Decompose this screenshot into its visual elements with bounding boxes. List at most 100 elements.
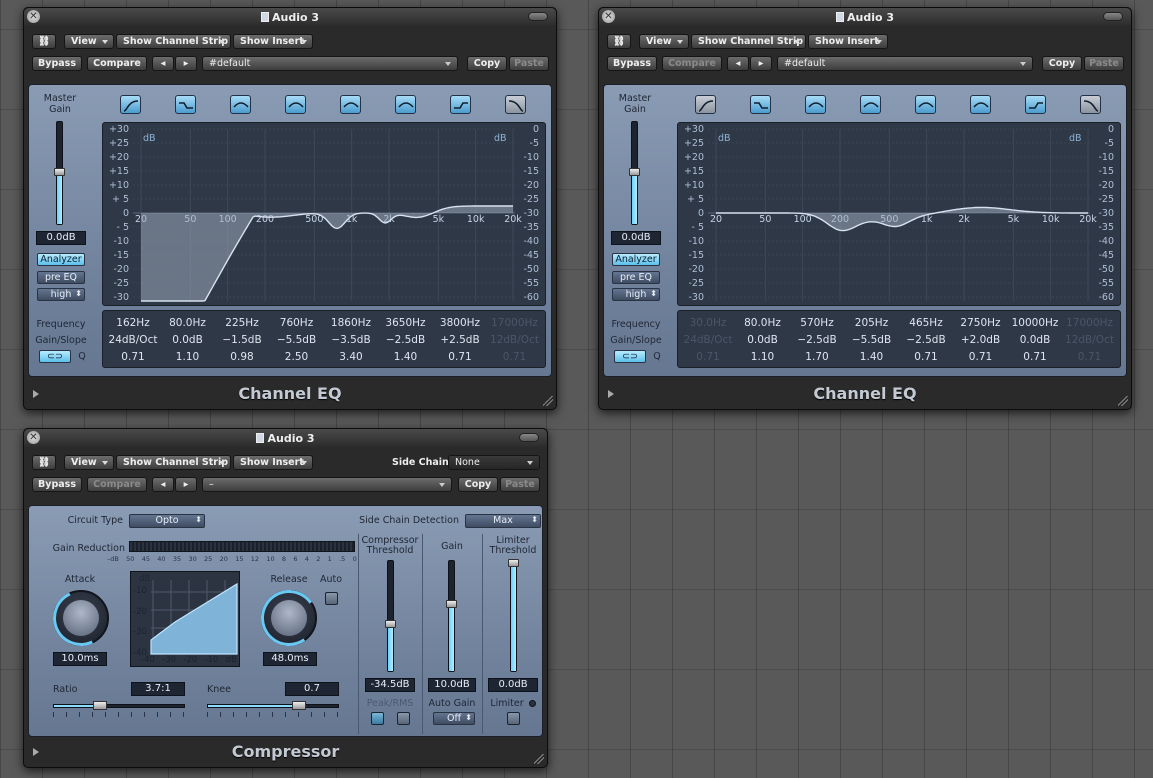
band-3-toggle-button[interactable] (230, 95, 251, 114)
band-gain-value[interactable]: 0.0dB (160, 334, 216, 346)
knee-slider[interactable] (207, 701, 339, 710)
band-8-toggle-button[interactable] (1080, 95, 1101, 114)
band-frequency-value[interactable]: 205Hz (844, 317, 900, 329)
preset-prev-button[interactable]: ◂ (152, 477, 174, 492)
band-q-value[interactable]: 1.70 (789, 351, 845, 363)
band-q-value[interactable]: 1.40 (844, 351, 900, 363)
eq-graph[interactable]: +30 +25 +20 +15 +10 + 5 0 - 5 -10 -15 -20 -25 -30 0 -5… (102, 122, 546, 306)
paste-button[interactable]: Paste (500, 477, 540, 492)
eq-graph[interactable]: +30 +25 +20 +15 +10 + 5 0 - 5 -10 -15 -20 -25 -30 0 -5… (677, 122, 1121, 306)
pre-eq-button[interactable]: pre EQ (612, 271, 660, 284)
band-4-toggle-button[interactable] (285, 95, 306, 114)
band-q-value[interactable]: 0.71 (487, 351, 543, 363)
preset-select[interactable]: #default (202, 56, 458, 71)
show-insert-menu[interactable]: Show Insert (233, 455, 313, 470)
band-frequency-value[interactable]: 2750Hz (953, 317, 1009, 329)
release-knob[interactable] (256, 585, 322, 651)
band-q-value[interactable]: 0.71 (1007, 351, 1063, 363)
band-q-value[interactable]: 0.98 (214, 351, 270, 363)
attack-knob[interactable] (45, 582, 117, 654)
preset-next-button[interactable]: ▸ (750, 56, 772, 71)
band-5-toggle-button[interactable] (340, 95, 361, 114)
band-gain-value[interactable]: 24dB/Oct (680, 334, 736, 346)
band-frequency-value[interactable]: 162Hz (105, 317, 161, 329)
analyzer-button[interactable]: Analyzer (37, 253, 85, 266)
copy-button[interactable]: Copy (1042, 56, 1082, 71)
band-frequency-value[interactable]: 465Hz (898, 317, 954, 329)
band-q-value[interactable]: 0.71 (680, 351, 736, 363)
master-gain-fader[interactable] (54, 121, 65, 225)
band-frequency-value[interactable]: 80.0Hz (160, 317, 216, 329)
preset-select[interactable]: #default (777, 56, 1033, 71)
master-gain-fader[interactable] (629, 121, 640, 225)
band-frequency-value[interactable]: 1860Hz (323, 317, 379, 329)
band-frequency-value[interactable]: 3800Hz (432, 317, 488, 329)
compare-button[interactable]: Compare (662, 56, 722, 71)
limiter-threshold-fader[interactable] (508, 559, 519, 672)
band-q-value[interactable]: 0.71 (953, 351, 1009, 363)
bypass-button[interactable]: Bypass (32, 477, 82, 492)
auto-release-checkbox[interactable] (325, 592, 338, 605)
band-gain-value[interactable]: 12dB/Oct (487, 334, 543, 346)
band-frequency-value[interactable]: 760Hz (269, 317, 325, 329)
band-gain-value[interactable]: +2.0dB (953, 334, 1009, 346)
show-channel-strip-menu[interactable]: Show Channel Strip (691, 34, 806, 49)
bypass-button[interactable]: Bypass (607, 56, 657, 71)
band-2-toggle-button[interactable] (175, 95, 196, 114)
title-bar[interactable]: ✕ Audio 3 (599, 8, 1131, 26)
link-button[interactable]: ⛓ (607, 34, 631, 49)
band-q-value[interactable]: 0.71 (1062, 351, 1118, 363)
preset-prev-button[interactable]: ◂ (727, 56, 749, 71)
link-button[interactable]: ⛓ (32, 34, 56, 49)
pre-eq-button[interactable]: pre EQ (37, 271, 85, 284)
analyzer-resolution-select[interactable]: high (37, 288, 85, 301)
band-gain-value[interactable]: −1.5dB (214, 334, 270, 346)
band-frequency-value[interactable]: 10000Hz (1007, 317, 1063, 329)
band-q-value[interactable]: 2.50 (269, 351, 325, 363)
link-button[interactable]: ⛓ (32, 455, 56, 470)
title-bar[interactable]: ✕ Audio 3 (24, 429, 547, 447)
preset-select[interactable]: – (202, 477, 452, 492)
link-q-button[interactable]: ⊂⊃ (39, 350, 71, 363)
band-gain-value[interactable]: −2.5dB (898, 334, 954, 346)
limiter-button[interactable] (507, 712, 520, 725)
analyzer-button[interactable]: Analyzer (612, 253, 660, 266)
band-frequency-value[interactable]: 80.0Hz (735, 317, 791, 329)
band-5-toggle-button[interactable] (915, 95, 936, 114)
band-gain-value[interactable]: +2.5dB (432, 334, 488, 346)
band-gain-value[interactable]: −2.5dB (789, 334, 845, 346)
band-1-toggle-button[interactable] (120, 95, 141, 114)
view-menu[interactable]: View (64, 34, 114, 49)
resize-grip[interactable] (543, 396, 553, 406)
band-7-toggle-button[interactable] (450, 95, 471, 114)
paste-button[interactable]: Paste (509, 56, 549, 71)
band-6-toggle-button[interactable] (395, 95, 416, 114)
title-bar[interactable]: ✕ Audio 3 (24, 8, 556, 26)
band-gain-value[interactable]: 12dB/Oct (1062, 334, 1118, 346)
show-insert-menu[interactable]: Show Insert (233, 34, 313, 49)
preset-next-button[interactable]: ▸ (175, 477, 197, 492)
toolbar-toggle-button[interactable] (519, 433, 539, 442)
band-gain-value[interactable]: 0.0dB (1007, 334, 1063, 346)
paste-button[interactable]: Paste (1084, 56, 1124, 71)
band-7-toggle-button[interactable] (1025, 95, 1046, 114)
view-menu[interactable]: View (639, 34, 689, 49)
rms-button[interactable] (397, 712, 410, 725)
show-channel-strip-menu[interactable]: Show Channel Strip (116, 34, 231, 49)
band-q-value[interactable]: 0.71 (432, 351, 488, 363)
side-chain-select[interactable]: None (448, 455, 540, 470)
toolbar-toggle-button[interactable] (1103, 12, 1123, 21)
band-frequency-value[interactable]: 225Hz (214, 317, 270, 329)
show-insert-menu[interactable]: Show Insert (808, 34, 888, 49)
compare-button[interactable]: Compare (87, 477, 147, 492)
band-gain-value[interactable]: −2.5dB (378, 334, 434, 346)
band-q-value[interactable]: 1.40 (378, 351, 434, 363)
toolbar-toggle-button[interactable] (528, 12, 548, 21)
analyzer-resolution-select[interactable]: high (612, 288, 660, 301)
bypass-button[interactable]: Bypass (32, 56, 82, 71)
band-2-toggle-button[interactable] (750, 95, 771, 114)
peak-button[interactable] (371, 712, 384, 725)
band-q-value[interactable]: 0.71 (105, 351, 161, 363)
link-q-button[interactable]: ⊂⊃ (614, 350, 646, 363)
auto-gain-select[interactable]: Off (433, 712, 475, 725)
